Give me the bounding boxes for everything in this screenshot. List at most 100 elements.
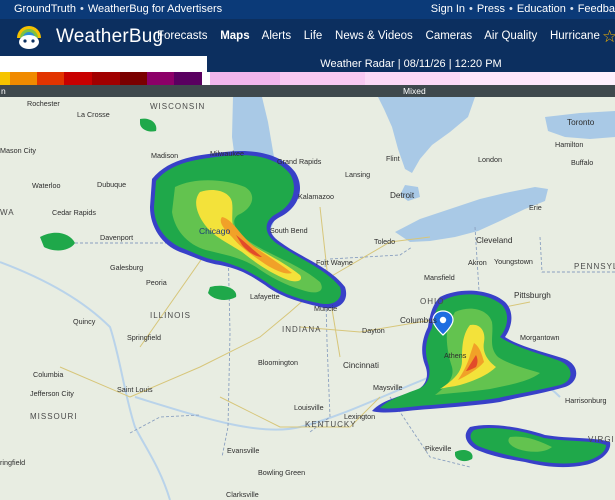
legend-swatch — [64, 72, 92, 85]
city-label: Grand Rapids — [277, 157, 322, 166]
city-label: ringfield — [0, 458, 25, 467]
city-label: Pittsburgh — [514, 291, 551, 300]
city-label: Davenport — [100, 233, 133, 242]
city-label: Muncie — [314, 304, 337, 313]
city-label: Cincinnati — [343, 361, 379, 370]
city-label: Springfield — [127, 333, 161, 342]
city-label: Chicago — [199, 226, 230, 236]
sign-in-link[interactable]: Sign In — [431, 3, 465, 15]
radar-legend-labels: n Mixed — [0, 85, 615, 97]
city-label: Quincy — [73, 317, 96, 326]
groundtruth-link[interactable]: GroundTruth — [14, 3, 76, 15]
legend-swatch — [280, 72, 365, 85]
city-label: Cleveland — [476, 236, 513, 245]
main-nav-bar: WeatherBug Forecasts Maps Alerts Life Ne… — [0, 19, 615, 56]
radar-map[interactable]: Rochester La Crosse Mason City Madison Milwa… — [0, 97, 615, 500]
city-label: Morgantown — [520, 333, 560, 342]
nav-cameras[interactable]: Cameras — [426, 30, 473, 42]
city-label: Evansville — [227, 446, 259, 455]
nav-news-videos[interactable]: News & Videos — [335, 30, 413, 42]
legend-swatch — [147, 72, 174, 85]
city-label: Bowling Green — [258, 468, 305, 477]
city-label: South Bend — [270, 226, 308, 235]
city-label: Rochester — [27, 99, 60, 108]
state-label: MISSOURI — [30, 412, 78, 421]
favorite-star-icon[interactable]: ☆ — [602, 27, 615, 47]
city-label: Toronto — [567, 118, 595, 127]
city-label: Youngstown — [494, 257, 533, 266]
city-label: London — [478, 155, 502, 164]
state-label: INDIANA — [282, 325, 321, 334]
city-label: Clarksville — [226, 490, 259, 499]
city-label: Fort Wayne — [316, 258, 353, 267]
legend-swatch — [10, 72, 37, 85]
legend-swatch — [174, 72, 202, 85]
city-label: Pikeville — [425, 444, 451, 453]
city-label: Louisville — [294, 403, 324, 412]
city-label: Waterloo — [32, 181, 61, 190]
feedback-link[interactable]: Feedba — [578, 3, 615, 15]
legend-swatch — [210, 72, 280, 85]
city-label: Galesburg — [110, 263, 143, 272]
nav-menu: Forecasts Maps Alerts Life News & Videos… — [157, 30, 609, 42]
city-label: Lansing — [345, 170, 370, 179]
advertisers-link[interactable]: WeatherBug for Advertisers — [88, 3, 222, 15]
legend-swatch — [202, 72, 210, 85]
legend-label-mixed: Mixed — [403, 86, 426, 96]
state-label: OHIO — [420, 297, 444, 306]
city-label: Dubuque — [97, 180, 126, 189]
nav-life[interactable]: Life — [304, 30, 323, 42]
city-label: Toledo — [374, 237, 395, 246]
city-label: Mansfield — [424, 273, 455, 282]
city-label: Buffalo — [571, 158, 593, 167]
legend-swatch — [37, 72, 64, 85]
city-label: Harrisonburg — [565, 396, 607, 405]
separator-dot: • — [509, 3, 513, 15]
city-label: Erie — [529, 203, 542, 212]
legend-swatch — [460, 72, 550, 85]
press-link[interactable]: Press — [477, 3, 505, 15]
legend-swatch — [92, 72, 120, 85]
city-label: Peoria — [146, 278, 167, 287]
state-label: PENNSYL — [574, 262, 615, 271]
city-label: Cedar Rapids — [52, 208, 96, 217]
city-label: Columbus — [400, 316, 437, 325]
legend-swatch — [120, 72, 147, 85]
nav-air-quality[interactable]: Air Quality — [484, 30, 537, 42]
legend-swatch — [0, 72, 10, 85]
state-label: ILLINOIS — [150, 311, 191, 320]
state-label: WA — [0, 208, 15, 217]
state-label: WISCONSIN — [150, 102, 205, 111]
separator-dot: • — [469, 3, 473, 15]
city-label: Dayton — [362, 326, 385, 335]
city-label: Maysville — [373, 383, 403, 392]
city-label: Lafayette — [250, 292, 280, 301]
radar-title: Weather Radar | 08/11/26 | 12:20 PM — [207, 56, 615, 72]
city-label: Flint — [386, 154, 400, 163]
city-label: Mason City — [0, 146, 36, 155]
nav-maps[interactable]: Maps — [220, 30, 249, 42]
city-label: La Crosse — [77, 110, 110, 119]
city-label: Bloomington — [258, 358, 298, 367]
radar-legend — [0, 72, 615, 85]
nav-forecasts[interactable]: Forecasts — [157, 30, 208, 42]
city-label: Akron — [468, 258, 487, 267]
education-link[interactable]: Education — [517, 3, 566, 15]
legend-label-rain: n — [1, 86, 6, 96]
city-label: Madison — [151, 151, 178, 160]
weatherbug-logo-icon[interactable] — [14, 24, 44, 50]
nav-alerts[interactable]: Alerts — [262, 30, 291, 42]
brand-name[interactable]: WeatherBug — [56, 26, 163, 48]
city-label: Kalamazoo — [298, 192, 334, 201]
city-label: Columbia — [33, 370, 63, 379]
city-label: Saint Louis — [117, 385, 153, 394]
state-label: VIRGINIA — [588, 435, 615, 444]
legend-swatch — [550, 72, 615, 85]
city-label: Jefferson City — [30, 389, 74, 398]
city-label: Detroit — [390, 191, 415, 200]
legend-swatch — [365, 72, 460, 85]
city-label: Milwaukee — [210, 149, 244, 158]
state-label: KENTUCKY — [305, 420, 357, 429]
city-label: Athens — [444, 351, 467, 360]
nav-hurricane[interactable]: Hurricane — [550, 30, 600, 42]
